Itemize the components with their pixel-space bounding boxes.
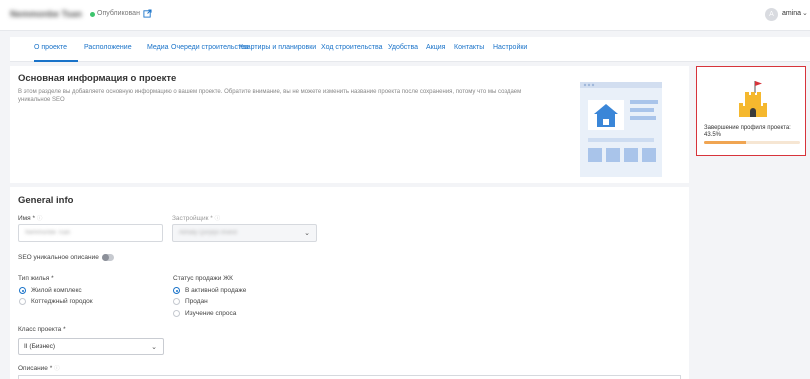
seo-label: SEO уникальное описание bbox=[18, 254, 99, 261]
castle-flag-icon bbox=[739, 81, 767, 117]
project-class-select[interactable]: II (Бизнес) ⌄ bbox=[18, 338, 164, 355]
info-description: В этом разделе вы добавляете основную ин… bbox=[18, 89, 522, 103]
sale-status-label: Статус продажи ЖК bbox=[173, 275, 233, 282]
developer-select[interactable]: Almaty Qurylys Invest ⌄ bbox=[172, 224, 317, 242]
user-menu-chevron-icon[interactable]: ⌄ bbox=[802, 9, 808, 17]
info-icon: ⓘ bbox=[214, 216, 221, 222]
chevron-down-icon: ⌄ bbox=[151, 344, 157, 351]
radio-button[interactable] bbox=[19, 298, 26, 305]
external-link-icon[interactable] bbox=[143, 9, 152, 18]
tab-construction-queues[interactable]: Очереди строительства bbox=[171, 44, 249, 51]
general-info-title: General info bbox=[18, 195, 74, 206]
name-input[interactable]: Nemmonbe Tsan bbox=[18, 224, 163, 242]
tab-about[interactable]: О проекте bbox=[34, 44, 67, 51]
tab-location[interactable]: Расположение bbox=[84, 44, 132, 51]
info-title: Основная информация о проекте bbox=[18, 73, 177, 84]
profile-completion-fill bbox=[704, 141, 746, 144]
tab-construction-progress[interactable]: Ход строительства bbox=[321, 44, 383, 51]
user-avatar[interactable]: A bbox=[765, 8, 778, 21]
project-name: Nemmonbe Tsan bbox=[10, 9, 82, 19]
radio-button[interactable] bbox=[173, 310, 180, 317]
tab-contacts[interactable]: Контакты bbox=[454, 44, 484, 51]
description-input[interactable] bbox=[18, 375, 681, 379]
profile-completion-card: Завершение профиля проекта: 43.5% bbox=[696, 66, 806, 156]
info-icon: ⓘ bbox=[54, 366, 60, 372]
description-label: Описание * ⓘ bbox=[18, 365, 60, 372]
published-status-dot bbox=[90, 12, 95, 17]
tab-apartments[interactable]: Квартиры и планировки bbox=[239, 44, 316, 51]
radio-button[interactable] bbox=[19, 287, 26, 294]
project-info-card: Основная информация о проекте В этом раз… bbox=[10, 66, 689, 183]
developer-label: Застройщик * ⓘ bbox=[172, 215, 221, 222]
top-bar: Nemmonbe Tsan Опубликован A amina ⌄ bbox=[0, 0, 810, 31]
tab-amenities[interactable]: Удобства bbox=[388, 44, 418, 51]
profile-completion-label: Завершение профиля проекта: 43.5% bbox=[704, 125, 791, 138]
seo-toggle[interactable] bbox=[102, 254, 114, 261]
profile-completion-bar bbox=[704, 141, 800, 144]
general-info-card: General info Имя * ⓘ Nemmonbe Tsan Застр… bbox=[10, 187, 689, 379]
info-icon: ⓘ bbox=[36, 216, 43, 222]
radio-button[interactable] bbox=[173, 287, 180, 294]
radio-button[interactable] bbox=[173, 298, 180, 305]
tab-settings[interactable]: Настройки bbox=[493, 44, 527, 51]
project-illustration-icon bbox=[580, 82, 662, 177]
active-tab-indicator bbox=[34, 60, 78, 62]
housing-type-label: Тип жилья * bbox=[18, 275, 54, 282]
tab-promo[interactable]: Акция bbox=[426, 44, 445, 51]
published-status: Опубликован bbox=[97, 10, 140, 17]
project-class-label: Класс проекта * bbox=[18, 326, 66, 333]
user-name[interactable]: amina bbox=[782, 10, 801, 17]
chevron-down-icon: ⌄ bbox=[304, 230, 310, 237]
name-label: Имя * ⓘ bbox=[18, 215, 43, 222]
project-tabs: О проекте Расположение Медиа Очереди стр… bbox=[10, 37, 810, 62]
tab-media[interactable]: Медиа bbox=[147, 44, 169, 51]
